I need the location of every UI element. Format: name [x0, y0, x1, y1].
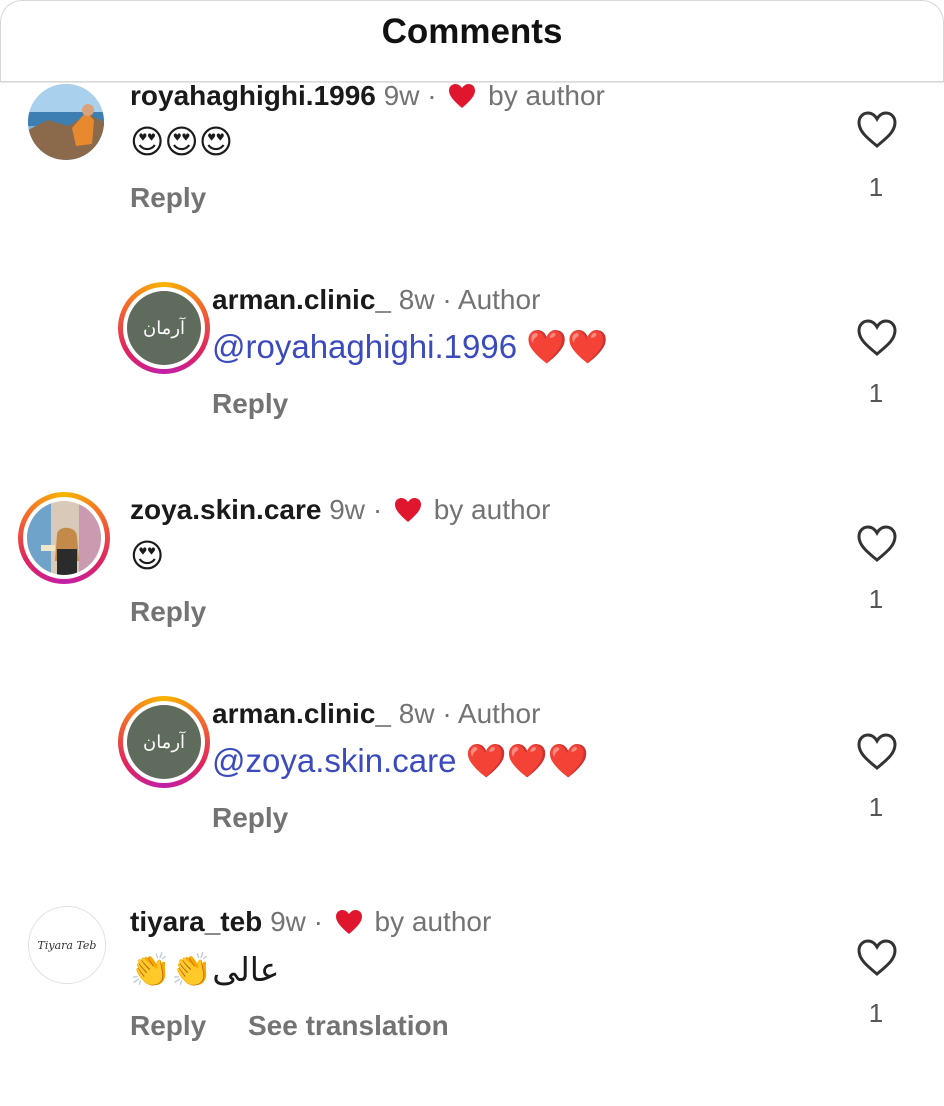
username[interactable]: arman.clinic_ [212, 284, 391, 315]
like-count: 1 [868, 584, 884, 614]
timestamp: 8w [398, 284, 435, 315]
like-heart-icon[interactable] [856, 732, 898, 772]
story-ring[interactable]: آرمان [118, 696, 210, 788]
timestamp: 9w [329, 494, 366, 525]
mention-link[interactable]: @zoya.skin.care [212, 742, 456, 779]
like-count: 1 [868, 172, 884, 202]
reply-button[interactable]: Reply [212, 388, 288, 420]
username[interactable]: tiyara_teb [130, 906, 262, 937]
liked-by-author-badge: by author [374, 906, 492, 937]
username[interactable]: arman.clinic_ [212, 698, 391, 729]
comment-text: 😍😍😍 [130, 123, 234, 160]
like-count: 1 [868, 792, 884, 822]
story-ring[interactable]: آرمان [118, 282, 210, 374]
comment-meta: royahaghighi.1996 9w · by author [130, 80, 605, 116]
comment-meta: tiyara_teb 9w · by author [130, 906, 491, 942]
heart-icon [448, 83, 476, 116]
separator-dot: · [372, 494, 383, 525]
reply-button[interactable]: Reply [130, 182, 206, 214]
comment-text: @royahaghighi.1996 ❤️❤️ [212, 328, 608, 367]
clinic-logo: آرمان [127, 705, 201, 779]
avatar [27, 501, 101, 575]
timestamp: 8w [398, 698, 435, 729]
comment-meta: arman.clinic_ 8w · Author [212, 698, 540, 730]
comment-emojis: ❤️❤️❤️ [465, 742, 589, 779]
comment-item: Tiyara Teb tiyara_teb 9w · by author 👏👏ع… [0, 906, 944, 1106]
comment-meta: zoya.skin.care 9w · by author [130, 494, 550, 530]
timestamp: 9w [383, 80, 420, 111]
clinic-logo: آرمان [127, 291, 201, 365]
like-heart-icon[interactable] [856, 110, 898, 150]
author-badge: Author [457, 698, 541, 729]
separator-dot: · [427, 80, 437, 111]
mention-link[interactable]: @royahaghighi.1996 [212, 328, 517, 365]
comment-item: royahaghighi.1996 9w · by author 😍😍😍 Rep… [0, 80, 944, 284]
heart-icon [394, 497, 422, 530]
comment-item: آرمان arman.clinic_ 8w · Author @royahag… [0, 282, 944, 484]
liked-by-author-badge: by author [433, 494, 551, 525]
avatar[interactable]: Tiyara Teb [28, 906, 106, 984]
comment-meta: arman.clinic_ 8w · Author [212, 284, 540, 316]
liked-by-author-badge: by author [488, 80, 605, 111]
tiyara-logo: Tiyara Teb [29, 907, 105, 983]
comment-text: 😍 [130, 537, 165, 574]
like-heart-icon[interactable] [856, 938, 898, 978]
comment-emojis: ❤️❤️ [526, 328, 609, 365]
reply-button[interactable]: Reply [130, 1010, 206, 1042]
username[interactable]: royahaghighi.1996 [130, 80, 376, 111]
avatar: آرمان [127, 291, 201, 365]
page-title: Comments [381, 12, 563, 51]
author-badge: Author [457, 284, 541, 315]
avatar: آرمان [127, 705, 201, 779]
separator-dot: · [313, 906, 323, 937]
reply-button[interactable]: Reply [130, 596, 206, 628]
like-count: 1 [868, 378, 884, 408]
separator-dot: · [442, 284, 452, 315]
reply-button[interactable]: Reply [212, 802, 288, 834]
like-count: 1 [868, 998, 884, 1028]
comments-header: Comments [0, 0, 944, 83]
username[interactable]: zoya.skin.care [130, 494, 321, 525]
story-ring[interactable] [18, 492, 110, 584]
avatar[interactable] [28, 84, 104, 160]
comment-text: @zoya.skin.care ❤️❤️❤️ [212, 742, 589, 781]
comment-item: zoya.skin.care 9w · by author 😍 Reply 1 [0, 492, 944, 694]
timestamp: 9w [270, 906, 306, 937]
like-heart-icon[interactable] [856, 524, 898, 564]
comment-text: 👏👏عالی [130, 951, 280, 988]
comment-item: آرمان arman.clinic_ 8w · Author @zoya.sk… [0, 696, 944, 898]
heart-icon [335, 909, 363, 942]
separator-dot: · [442, 698, 452, 729]
see-translation-link[interactable]: See translation [248, 1010, 449, 1042]
like-heart-icon[interactable] [856, 318, 898, 358]
